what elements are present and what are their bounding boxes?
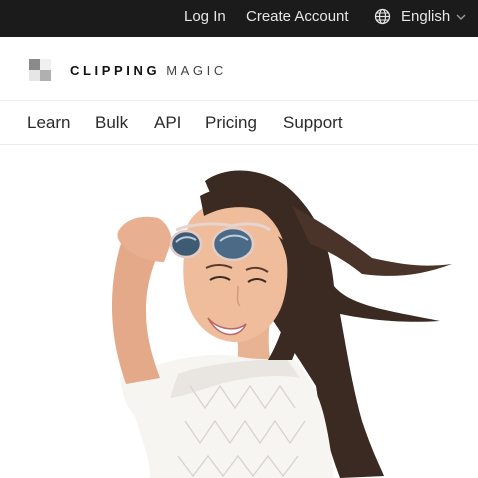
nav-item-api[interactable]: API xyxy=(154,113,181,133)
chevron-down-icon xyxy=(456,14,466,21)
checker-logo-icon xyxy=(27,57,53,83)
brand-name-light: MAGIC xyxy=(166,62,227,78)
language-selector[interactable]: English xyxy=(374,8,466,25)
brand-name-bold: CLIPPING xyxy=(70,62,161,78)
create-account-link[interactable]: Create Account xyxy=(246,8,349,25)
log-in-link[interactable]: Log In xyxy=(184,8,226,25)
nav-item-learn[interactable]: Learn xyxy=(27,113,70,133)
globe-icon xyxy=(374,8,391,25)
top-bar: Log In Create Account English xyxy=(0,0,478,37)
nav-item-bulk[interactable]: Bulk xyxy=(95,113,128,133)
nav-item-support[interactable]: Support xyxy=(283,113,343,133)
site-header: CLIPPING MAGIC xyxy=(0,37,478,101)
main-nav: Learn Bulk API Pricing Support xyxy=(0,101,478,145)
language-label: English xyxy=(401,8,451,25)
hero-image xyxy=(0,146,478,478)
woman-cutout-illustration xyxy=(112,170,452,478)
brand-logo[interactable]: CLIPPING MAGIC xyxy=(27,57,227,83)
brand-name: CLIPPING MAGIC xyxy=(70,63,227,78)
nav-item-pricing[interactable]: Pricing xyxy=(205,113,257,133)
